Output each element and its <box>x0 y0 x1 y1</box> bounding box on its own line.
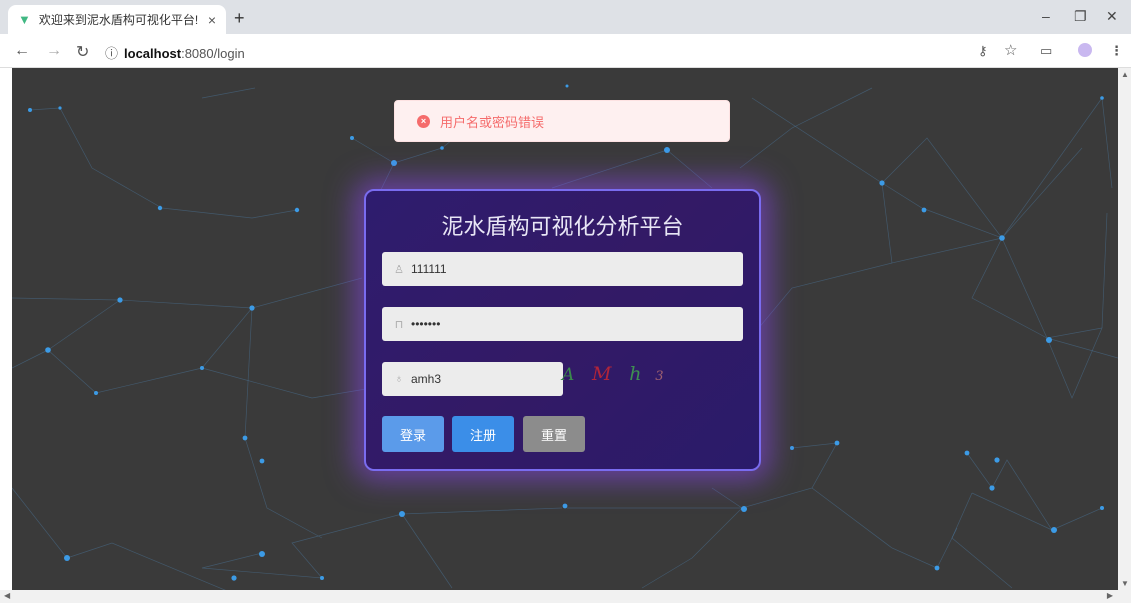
captcha-char: A <box>562 365 575 385</box>
vertical-scrollbar[interactable]: ▲ ▼ <box>1118 68 1131 590</box>
key-icon: ♁ <box>394 373 404 385</box>
forward-icon[interactable]: → <box>46 42 62 60</box>
url-host: localhost <box>124 46 182 61</box>
scroll-up-icon[interactable]: ▲ <box>1121 70 1129 79</box>
profile-avatar[interactable] <box>1078 43 1092 57</box>
error-circle-icon: × <box>417 114 430 128</box>
tab-title: 欢迎来到泥水盾构可视化平台! <box>38 13 199 27</box>
tab-close-icon[interactable]: × <box>208 12 216 28</box>
login-card: 泥水盾构可视化分析平台 ♙ 111111 ⊓ ••••••• ♁ amh3 A … <box>364 189 761 471</box>
captcha-char: h <box>629 363 642 385</box>
register-button[interactable]: 注册 <box>452 416 514 452</box>
bookmark-star-icon[interactable]: ☆ <box>1004 41 1017 59</box>
error-message-text: 用户名或密码错误 <box>440 114 545 130</box>
url-path: :8080/login <box>181 46 245 61</box>
left-gutter <box>0 68 12 590</box>
browser-tabstrip: ▼ 欢迎来到泥水盾构可视化平台! × + – ❐ ✕ <box>0 0 1131 34</box>
scroll-left-icon[interactable]: ◀ <box>4 591 10 600</box>
user-icon: ♙ <box>394 263 404 276</box>
username-field[interactable]: ♙ 111111 <box>382 252 743 286</box>
captcha-char: 3 <box>655 369 664 384</box>
reload-icon[interactable]: ↻ <box>76 42 89 62</box>
new-tab-button[interactable]: + <box>234 8 245 29</box>
menu-icon[interactable]: ⋮ <box>1110 43 1123 59</box>
browser-toolbar: ← → ↻ ⓘ localhost:8080/login ⚷ ☆ ▭ ⋮ <box>0 34 1131 68</box>
browser-tab[interactable]: ▼ 欢迎来到泥水盾构可视化平台! × <box>8 5 226 34</box>
vue-logo-icon: ▼ <box>18 12 31 27</box>
reset-button[interactable]: 重置 <box>523 416 585 452</box>
info-icon[interactable]: ⓘ <box>105 46 118 61</box>
minimize-button[interactable]: – <box>1042 8 1050 24</box>
login-page: × 用户名或密码错误 泥水盾构可视化分析平台 ♙ 111111 ⊓ ••••••… <box>12 68 1118 590</box>
key-icon[interactable]: ⚷ <box>978 43 988 59</box>
page-title: 泥水盾构可视化分析平台 <box>441 214 684 239</box>
username-value: 111111 <box>411 262 447 276</box>
window-close-button[interactable]: ✕ <box>1106 8 1118 25</box>
captcha-value: amh3 <box>411 372 442 386</box>
captcha-input[interactable]: ♁ amh3 <box>382 362 563 396</box>
restore-button[interactable]: ❐ <box>1074 8 1087 25</box>
error-message: × 用户名或密码错误 <box>394 100 730 142</box>
captcha-char: M <box>592 363 612 385</box>
captcha-image[interactable]: A M h 3 <box>562 363 663 385</box>
address-bar[interactable]: ⓘ localhost:8080/login <box>105 43 245 62</box>
lock-icon: ⊓ <box>394 318 404 331</box>
horizontal-scrollbar[interactable]: ◀ ▶ <box>0 590 1131 603</box>
scroll-down-icon[interactable]: ▼ <box>1121 579 1129 588</box>
login-button[interactable]: 登录 <box>382 416 444 452</box>
scroll-right-icon[interactable]: ▶ <box>1107 591 1113 600</box>
password-value: ••••••• <box>411 317 441 331</box>
password-field[interactable]: ⊓ ••••••• <box>382 307 743 341</box>
extension-icon[interactable]: ▭ <box>1040 43 1052 59</box>
back-icon[interactable]: ← <box>14 42 30 60</box>
